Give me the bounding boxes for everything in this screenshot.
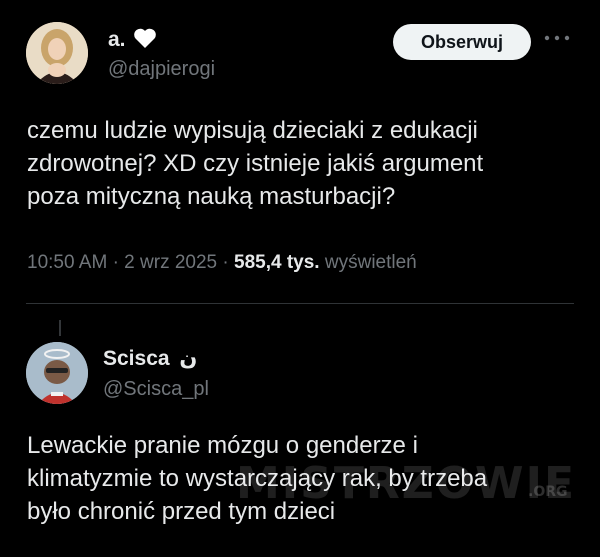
white-heart-icon bbox=[133, 27, 157, 55]
tweet-text-line: poza mityczną nauką masturbacji? bbox=[27, 183, 396, 210]
avatar[interactable] bbox=[26, 342, 88, 404]
avatar-image bbox=[26, 342, 88, 404]
tweet-text-line: czemu ludzie wypisują dzieciaki z edukac… bbox=[27, 117, 478, 144]
thread-line bbox=[59, 320, 61, 336]
tweet-text-line: zdrowotnej? XD czy istnieje jakiś argume… bbox=[27, 150, 484, 177]
watermark-suffix: .ORG bbox=[528, 484, 568, 500]
watermark: MISTRZOWIE bbox=[236, 458, 577, 509]
follow-button[interactable]: Obserwuj bbox=[393, 24, 531, 60]
tweet-text: czemu ludzie wypisują dzieciaki z edukac… bbox=[27, 114, 483, 213]
avatar-image bbox=[26, 22, 88, 84]
user-handle[interactable]: @dajpierogi bbox=[108, 58, 215, 81]
views-count: 585,4 tys. bbox=[234, 252, 320, 273]
more-options-icon[interactable] bbox=[542, 30, 572, 46]
tweet-meta: 10:50 AM · 2 wrz 2025 · 585,4 tys. wyświ… bbox=[27, 252, 417, 274]
separator-dot: · bbox=[112, 252, 125, 273]
tweet-time[interactable]: 10:50 AM bbox=[27, 252, 107, 273]
display-name[interactable]: a. bbox=[108, 27, 157, 55]
separator-dot: · bbox=[222, 252, 235, 273]
avatar[interactable] bbox=[26, 22, 88, 84]
display-name[interactable]: Scisca ن bbox=[103, 346, 197, 371]
views-label: wyświetleń bbox=[324, 252, 417, 273]
tweet-date[interactable]: 2 wrz 2025 bbox=[124, 252, 217, 273]
divider bbox=[26, 303, 574, 304]
user-handle[interactable]: @Scisca_pl bbox=[103, 378, 209, 401]
